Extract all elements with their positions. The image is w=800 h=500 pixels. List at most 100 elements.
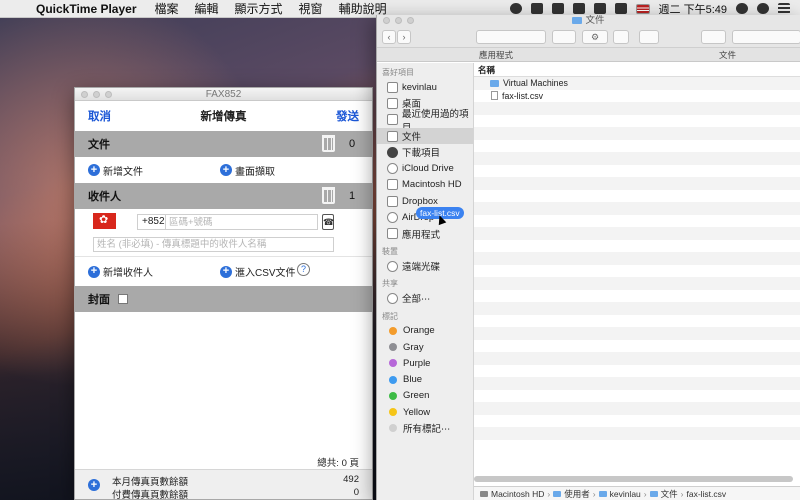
search-icon[interactable] [736, 3, 748, 14]
empty-row [474, 327, 800, 340]
sidebar-tags-head: 標記 [382, 311, 398, 321]
menu-file[interactable]: 檔案 [147, 0, 187, 17]
volume-icon[interactable] [614, 3, 627, 14]
send-button[interactable]: 發送 [336, 108, 359, 124]
sidebar-tag-yellow[interactable]: Yellow [377, 404, 473, 420]
file-row-virtual-machines[interactable]: Virtual Machines [474, 77, 800, 90]
sidebar-item-applications[interactable]: 應用程式 [377, 226, 473, 242]
tag-dot-icon [389, 375, 397, 384]
path-segment[interactable]: fax-list.csv [686, 489, 726, 499]
horizontal-scrollbar[interactable] [474, 476, 793, 482]
hard-drive-icon [387, 179, 398, 191]
sidebar-tag-purple[interactable]: Purple [377, 355, 473, 371]
path-separator: › [643, 488, 647, 499]
recipient-name-input[interactable] [93, 237, 334, 252]
add-document-button[interactable]: + 新增文件 [88, 163, 143, 178]
empty-row [474, 415, 800, 428]
sidebar-tag-gray[interactable]: Gray [377, 339, 473, 355]
add-balance-button[interactable]: + [88, 479, 100, 491]
battery-icon[interactable] [551, 3, 564, 14]
import-csv-button[interactable]: + 滙入CSV文件 [220, 264, 296, 279]
app-name-menu[interactable]: QuickTime Player [32, 2, 147, 16]
sidebar-item-macintosh-hd[interactable]: Macintosh HD [377, 177, 473, 193]
close-button[interactable] [383, 17, 390, 24]
contacts-book-icon[interactable]: ☎ [322, 214, 334, 230]
import-csv-label: 滙入CSV文件 [235, 268, 296, 279]
dropbox-icon[interactable] [530, 3, 543, 14]
dropbox-toolbar-icon[interactable] [701, 30, 726, 44]
sidebar-tag-blue[interactable]: Blue [377, 371, 473, 387]
menu-edit[interactable]: 編輯 [187, 0, 227, 17]
screen-capture-button[interactable]: + 畫面擷取 [220, 163, 275, 178]
tab-documents[interactable]: 文件 [719, 49, 736, 61]
path-segment[interactable]: kevinlau [610, 489, 641, 499]
column-header-name[interactable]: 名稱 [474, 63, 800, 77]
sidebar-item-icloud[interactable]: iCloud Drive [377, 160, 473, 176]
country-code[interactable]: +852 [137, 214, 166, 230]
sidebar-item-home[interactable]: kevinlau [377, 79, 473, 95]
plus-icon: + [88, 164, 100, 176]
cover-checkbox[interactable] [118, 294, 128, 304]
sidebar-item-label: 全部⋯ [402, 294, 431, 306]
balance-footer: + 本月傳真頁數餘額 492 付費傳真頁數餘額 0 [75, 469, 372, 499]
trash-icon[interactable] [322, 135, 335, 152]
file-row-fax-list[interactable]: fax-list.csv [474, 90, 800, 103]
close-button[interactable] [81, 91, 88, 98]
empty-row [474, 140, 800, 153]
path-segment[interactable]: Macintosh HD [491, 489, 544, 499]
sidebar-shared-head: 共享 [382, 279, 398, 289]
phone-number-input[interactable] [165, 214, 318, 230]
file-rows: Virtual Machines fax-list.csv [474, 77, 800, 452]
sidebar-item-label: 遠端光碟 [402, 262, 441, 274]
help-icon[interactable]: ? [297, 263, 310, 276]
menu-view[interactable]: 顯示方式 [227, 0, 291, 17]
wifi-icon[interactable] [593, 3, 606, 14]
menu-window[interactable]: 視窗 [291, 0, 331, 17]
sidebar-item-documents[interactable]: 文件 [377, 127, 473, 145]
home-icon [598, 490, 607, 497]
finder-window: 文件 ‹ › ⚙ 應用程式 文件 喜好項目 kevinlau 桌面 最近使用過的… [376, 15, 800, 500]
minimize-button[interactable] [395, 17, 402, 24]
empty-row [474, 165, 800, 178]
sidebar-item-remote-disc[interactable]: 遠端光碟 [377, 258, 473, 274]
zoom-button[interactable] [105, 91, 112, 98]
status-icon[interactable] [509, 3, 522, 14]
back-button[interactable]: ‹ [382, 30, 396, 44]
empty-row [474, 127, 800, 140]
arrange-button[interactable] [552, 30, 576, 44]
sidebar-tag-orange[interactable]: Orange [377, 323, 473, 339]
share-icon[interactable] [613, 30, 629, 44]
sidebar-item-downloads[interactable]: 下載項目 [377, 144, 473, 160]
action-gear-icon[interactable]: ⚙ [582, 30, 608, 44]
view-mode-control[interactable] [476, 30, 546, 44]
tag-icon[interactable] [639, 30, 659, 44]
sidebar-item-shared-all[interactable]: 全部⋯ [377, 290, 473, 306]
empty-row [474, 440, 800, 453]
trash-icon[interactable] [322, 187, 335, 204]
documents-section-header: 文件 0 [75, 131, 372, 157]
path-segment[interactable]: 文件 [661, 488, 678, 500]
disc-icon [387, 260, 398, 272]
recipient-name-row [75, 235, 372, 257]
search-input[interactable] [732, 30, 800, 44]
add-recipient-button[interactable]: + 新增收件人 [88, 264, 153, 279]
tab-applications[interactable]: 應用程式 [479, 49, 513, 61]
home-icon [387, 81, 398, 93]
cancel-button[interactable]: 取消 [88, 108, 111, 124]
input-source-flag-icon[interactable] [635, 3, 650, 14]
minimize-button[interactable] [93, 91, 100, 98]
documents-header-label: 文件 [88, 139, 110, 151]
airdrop-icon [387, 212, 398, 224]
sidebar-tag-all[interactable]: 所有標記⋯ [377, 420, 473, 436]
forward-button[interactable]: › [397, 30, 411, 44]
sidebar-item-recents[interactable]: 最近使用過的項目 [377, 109, 473, 134]
zoom-button[interactable] [407, 17, 414, 24]
siri-icon[interactable] [757, 3, 769, 14]
hong-kong-flag-icon[interactable] [93, 213, 116, 229]
path-segment[interactable]: 使用者 [564, 488, 590, 500]
notification-center-icon[interactable] [778, 3, 790, 14]
sidebar-tag-green[interactable]: Green [377, 388, 473, 404]
airplay-icon[interactable] [572, 3, 585, 14]
paid-balance-label: 付費傳真頁數餘額 [112, 490, 189, 500]
monthly-balance-value: 492 [343, 474, 359, 485]
